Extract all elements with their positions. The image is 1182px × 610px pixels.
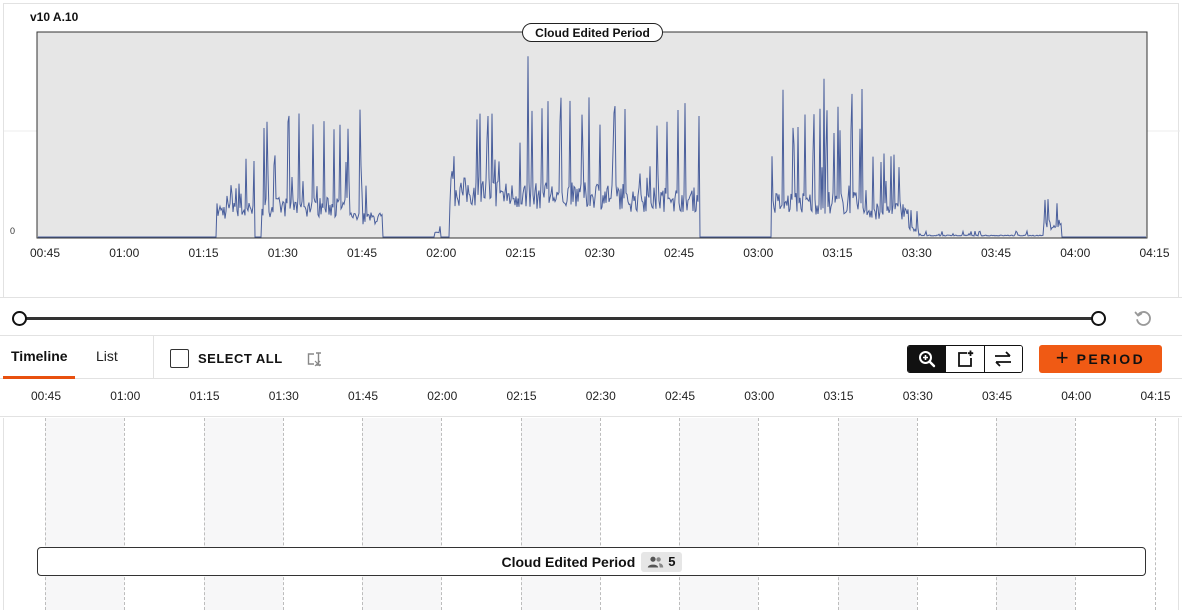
plus-icon: + <box>1055 345 1069 370</box>
slider-track[interactable] <box>19 317 1099 320</box>
chart-time-tick-label: 02:00 <box>426 246 457 260</box>
tab-timeline[interactable]: Timeline <box>11 348 68 364</box>
device-label: v10 A.10 <box>30 10 79 24</box>
timeline-time-tick-label: 01:15 <box>189 389 220 403</box>
timeline-time-tick-label: 04:00 <box>1061 389 1092 403</box>
chart-time-tick-label: 01:15 <box>188 246 219 260</box>
view-toolbar: Timeline List SELECT ALL + PERIOD <box>0 335 1182 379</box>
time-range-slider <box>0 297 1182 335</box>
timeline-band <box>45 418 125 610</box>
chart-time-tick-label: 04:00 <box>1060 246 1091 260</box>
timeline-time-tick-label: 02:30 <box>585 389 616 403</box>
select-all-label[interactable]: SELECT ALL <box>198 351 283 366</box>
add-period-button[interactable]: + PERIOD <box>1039 345 1162 373</box>
timeline-gridline <box>441 418 443 610</box>
timeline-band <box>520 418 600 610</box>
timeline-canvas: Cloud Edited Period 5 <box>3 418 1179 610</box>
timeline-band <box>362 418 442 610</box>
activity-chart-panel: v10 A.10 0 Cloud Edited Period 00:45 01:0… <box>3 3 1180 297</box>
timeline-time-tick-label: 01:00 <box>110 389 141 403</box>
timeline-band <box>203 418 283 610</box>
timeline-gridline <box>1075 418 1077 610</box>
period-name: Cloud Edited Period <box>501 553 636 570</box>
y-axis-zero-label: 0 <box>10 226 16 236</box>
participant-count: 5 <box>668 554 676 569</box>
timeline-band <box>679 418 759 610</box>
chart-time-tick-label: 03:45 <box>980 246 1012 260</box>
people-icon <box>648 556 664 567</box>
timeline-time-tick-label: 00:45 <box>30 389 62 403</box>
timeline-gridline <box>679 418 680 610</box>
slider-end-handle[interactable] <box>1091 311 1106 326</box>
timeline-gridline <box>45 418 46 610</box>
tab-divider <box>153 336 154 379</box>
add-marker-button[interactable] <box>945 346 984 372</box>
select-all-checkbox[interactable] <box>170 349 189 368</box>
chart-time-tick-label: 03:00 <box>743 246 774 260</box>
timeline-time-axis: 00:45 01:00 01:15 01:30 01:45 02:00 02:15 02:30… <box>0 380 1182 417</box>
timeline-gridline <box>124 418 126 610</box>
chart-time-tick-label: 01:00 <box>109 246 140 260</box>
chart-time-tick-label: 02:45 <box>663 246 695 260</box>
timeline-time-tick-label: 01:45 <box>347 389 379 403</box>
swap-button[interactable] <box>983 346 1022 372</box>
timeline-band <box>837 418 917 610</box>
timeline-time-tick-label: 03:00 <box>744 389 775 403</box>
timeline-gridline <box>282 418 284 610</box>
chart-time-tick-label: 03:30 <box>901 246 932 260</box>
timeline-gridline <box>599 418 601 610</box>
timeline-gridline <box>916 418 918 610</box>
add-box-icon <box>958 350 974 367</box>
chart-time-tick-label: 01:30 <box>267 246 298 260</box>
chart-time-tick-label: 04:15 <box>1139 246 1170 260</box>
clear-selection-icon[interactable] <box>306 350 324 368</box>
active-tab-indicator <box>3 376 75 379</box>
timeline-time-tick-label: 02:45 <box>664 389 696 403</box>
period-bar-cloud-edited[interactable]: Cloud Edited Period 5 <box>37 547 1146 576</box>
chart-time-tick-label: 03:15 <box>822 246 853 260</box>
chart-time-axis: 00:45 01:00 01:15 01:30 01:45 02:00 02:15 02:30… <box>4 245 1180 265</box>
timeline-gridline <box>520 418 522 610</box>
timeline-gridline <box>837 418 839 610</box>
chart-time-tick-label: 00:45 <box>29 246 61 260</box>
add-period-label: PERIOD <box>1076 351 1146 367</box>
zoom-in-icon <box>918 351 935 368</box>
participant-badge: 5 <box>641 551 682 572</box>
timeline-time-tick-label: 02:15 <box>506 389 537 403</box>
timeline-time-tick-label: 02:00 <box>427 389 458 403</box>
timeline-band <box>996 418 1076 610</box>
timeline-gridline <box>362 418 363 610</box>
timeline-time-tick-label: 04:15 <box>1140 389 1171 403</box>
timeline-gridline <box>996 418 997 610</box>
timeline-time-tick-label: 01:30 <box>268 389 299 403</box>
chart-time-tick-label: 02:30 <box>584 246 615 260</box>
timeline-tools-group <box>907 345 1023 373</box>
cloud-edited-period-pill[interactable]: Cloud Edited Period <box>522 23 663 42</box>
slider-start-handle[interactable] <box>12 311 27 326</box>
chart-time-tick-label: 01:45 <box>346 246 378 260</box>
timeline-gridline <box>203 418 205 610</box>
chart-time-tick-label: 02:15 <box>505 246 536 260</box>
chart-plot-area <box>36 31 1148 239</box>
swap-arrows-icon <box>995 351 1012 367</box>
reset-range-icon[interactable] <box>1133 308 1153 328</box>
timeline-time-tick-label: 03:45 <box>981 389 1013 403</box>
timeline-gridline <box>1154 418 1156 610</box>
timeline-time-tick-label: 03:30 <box>902 389 933 403</box>
tab-list[interactable]: List <box>96 348 118 364</box>
timeline-gridline <box>758 418 760 610</box>
zoom-button[interactable] <box>908 346 946 372</box>
timeline-time-tick-label: 03:15 <box>823 389 854 403</box>
app-root: v10 A.10 0 Cloud Edited Period 00:45 01:0… <box>0 0 1182 610</box>
